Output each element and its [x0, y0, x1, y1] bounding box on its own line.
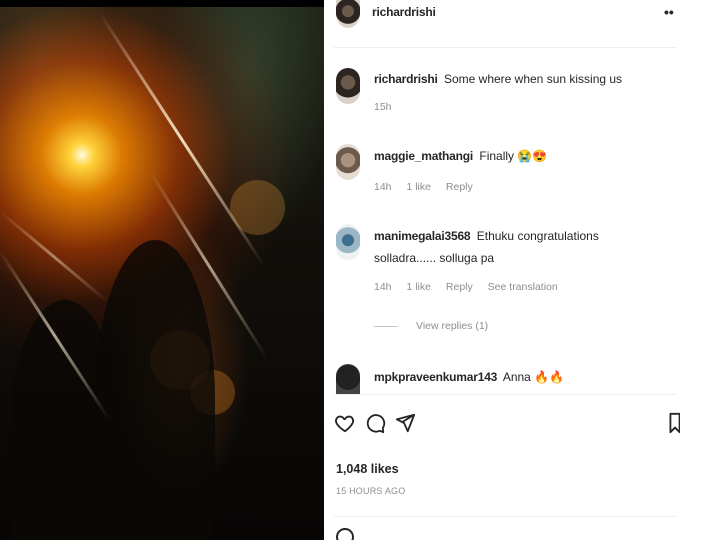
reply-button[interactable]: Reply	[446, 181, 473, 193]
comment-text: Finally 😭😍	[479, 149, 548, 163]
comment-avatar[interactable]	[336, 68, 360, 104]
emoji-icon[interactable]	[336, 528, 354, 540]
header-divider	[334, 47, 676, 48]
replies-line	[374, 325, 398, 327]
post-photo[interactable]	[0, 0, 324, 540]
comment-username[interactable]: maggie_mathangi	[374, 149, 473, 163]
comment-time: 14h	[374, 281, 392, 293]
view-replies-button[interactable]: View replies (1)	[374, 320, 488, 332]
comment-meta: 14h 1 like Reply	[374, 181, 485, 193]
more-options-icon[interactable]: ••	[664, 4, 674, 20]
comment-avatar[interactable]	[336, 364, 360, 394]
comment-icon[interactable]	[364, 412, 386, 434]
comment-username[interactable]: richardrishi	[374, 72, 438, 86]
comment-like-count[interactable]: 1 like	[406, 281, 431, 293]
comment-text: Anna 🔥🔥	[502, 370, 565, 384]
page-right-margin	[680, 0, 706, 540]
comment-avatar[interactable]	[336, 224, 360, 260]
comment: manimegalai3568 Ethuku congratulations s…	[374, 225, 664, 269]
comment-meta: 15h	[374, 101, 404, 113]
comment-meta: 14h 1 like Reply See translation	[374, 281, 570, 293]
action-bar	[334, 412, 681, 442]
see-translation-link[interactable]: See translation	[488, 281, 558, 293]
photo-top-edge	[0, 0, 324, 7]
author-username[interactable]: richardrishi	[372, 5, 436, 19]
comment-box-divider	[334, 516, 676, 517]
lens-flare-ray	[0, 210, 109, 303]
comment: maggie_mathangi Finally 😭😍	[374, 145, 674, 167]
paper-plane-icon[interactable]	[394, 412, 416, 434]
comment-time: 15h	[374, 101, 392, 113]
comment-text: Some where when sun kissing us	[443, 72, 623, 86]
person-silhouette	[95, 240, 215, 540]
reply-button[interactable]: Reply	[446, 281, 473, 293]
comment-avatar[interactable]	[336, 144, 360, 180]
comment-username[interactable]: mpkpraveenkumar143	[374, 370, 497, 384]
comment-username[interactable]: manimegalai3568	[374, 229, 471, 243]
caption: richardrishi Some where when sun kissing…	[374, 68, 674, 90]
heart-icon[interactable]	[334, 412, 356, 434]
comment-time: 14h	[374, 181, 392, 193]
lens-flare-ray	[98, 12, 265, 266]
comment: mpkpraveenkumar143 Anna 🔥🔥	[374, 366, 674, 388]
post-timestamp: 15 HOURS AGO	[336, 486, 406, 496]
like-count[interactable]: 1,048 likes	[336, 462, 399, 476]
actions-divider	[334, 394, 676, 395]
view-replies-label: View replies (1)	[416, 320, 489, 332]
author-avatar[interactable]	[336, 0, 360, 28]
comment-like-count[interactable]: 1 like	[406, 181, 431, 193]
